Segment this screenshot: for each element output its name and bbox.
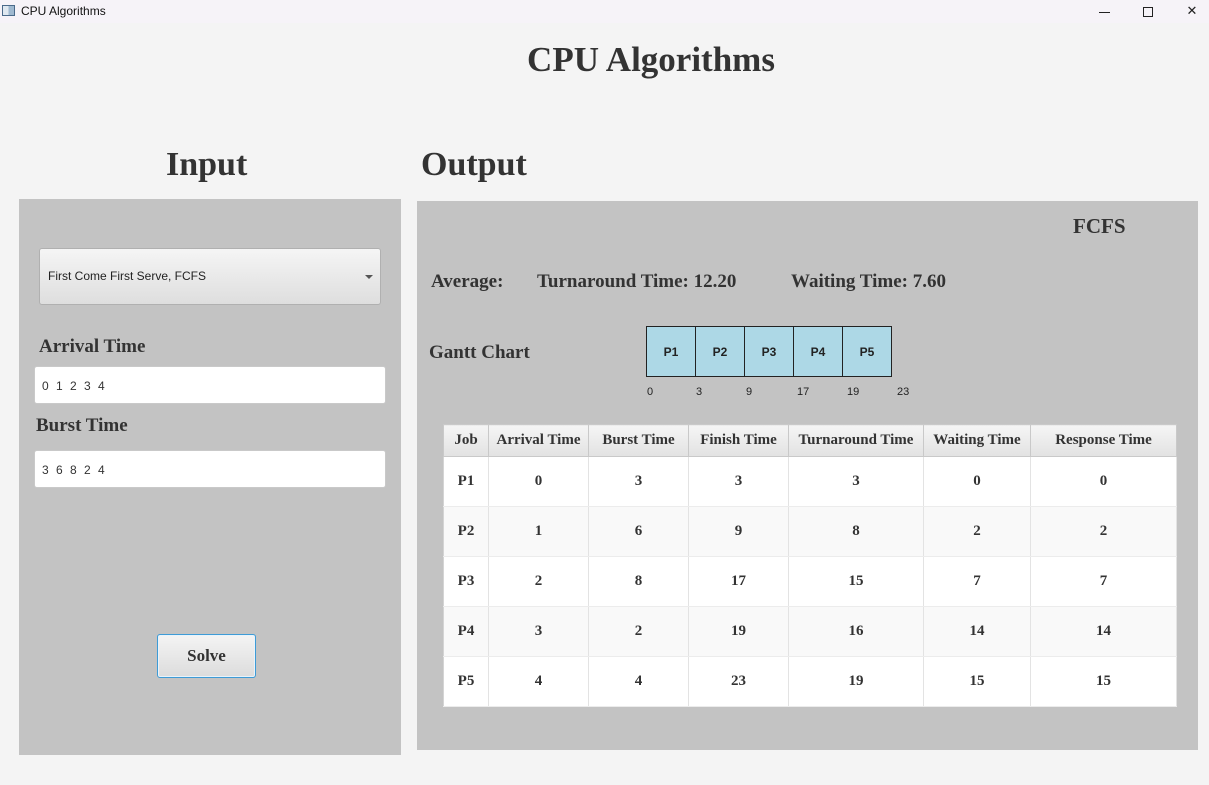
gantt-tick: 3 — [696, 386, 703, 398]
table-cell: 7 — [923, 556, 1031, 607]
table-row[interactable]: P2 1 6 9 8 2 2 — [443, 506, 1177, 557]
window-title: CPU Algorithms — [21, 4, 106, 18]
column-header-response-time[interactable]: Response Time — [1030, 424, 1177, 457]
gantt-tick: 17 — [797, 386, 810, 398]
gantt-chart: P1 P2 P3 P4 P5 — [646, 326, 892, 377]
table-cell: 2 — [1030, 506, 1177, 557]
minimize-icon — [1098, 12, 1110, 13]
chevron-down-icon — [365, 275, 373, 279]
table-cell: 4 — [488, 656, 589, 707]
column-header-finish-time[interactable]: Finish Time — [688, 424, 789, 457]
table-cell: 0 — [1030, 456, 1177, 507]
maximize-icon — [1143, 6, 1153, 17]
table-cell: 8 — [788, 506, 924, 557]
algorithm-select-value: First Come First Serve, FCFS — [48, 269, 207, 283]
table-row[interactable]: P5 4 4 23 19 15 15 — [443, 656, 1177, 707]
arrival-time-field[interactable]: 0 1 2 3 4 — [34, 366, 386, 404]
input-heading: Input — [166, 146, 248, 183]
output-panel: FCFS Average: Turnaround Time: 12.20 Wai… — [417, 201, 1198, 750]
column-header-turnaround-time[interactable]: Turnaround Time — [788, 424, 924, 457]
column-header-arrival-time[interactable]: Arrival Time — [488, 424, 589, 457]
algorithm-name: FCFS — [1073, 214, 1126, 238]
arrival-time-label: Arrival Time — [39, 336, 146, 357]
table-cell: P1 — [443, 456, 489, 507]
table-row[interactable]: P1 0 3 3 3 0 0 — [443, 456, 1177, 507]
table-cell: 0 — [488, 456, 589, 507]
app-title: CPU Algorithms — [527, 40, 775, 79]
column-header-job[interactable]: Job — [443, 424, 489, 457]
results-table: Job Arrival Time Burst Time Finish Time … — [443, 424, 1177, 707]
table-cell: 15 — [1030, 656, 1177, 707]
table-cell: 7 — [1030, 556, 1177, 607]
table-cell: 2 — [588, 606, 689, 657]
table-cell: 1 — [488, 506, 589, 557]
gantt-block-p5: P5 — [842, 326, 892, 377]
table-cell: 4 — [588, 656, 689, 707]
gantt-tick: 0 — [647, 386, 654, 398]
title-bar: CPU Algorithms ✕ — [0, 0, 1209, 23]
gantt-tick: 9 — [746, 386, 753, 398]
table-cell: 3 — [588, 456, 689, 507]
column-header-burst-time[interactable]: Burst Time — [588, 424, 689, 457]
table-cell: 14 — [1030, 606, 1177, 657]
gantt-block-p2: P2 — [695, 326, 745, 377]
table-cell: 15 — [788, 556, 924, 607]
table-cell: 14 — [923, 606, 1031, 657]
average-label: Average: — [431, 271, 504, 292]
solve-button[interactable]: Solve — [157, 634, 256, 678]
gantt-block-p3: P3 — [744, 326, 794, 377]
burst-time-label: Burst Time — [36, 415, 128, 436]
table-cell: 6 — [588, 506, 689, 557]
table-cell: 15 — [923, 656, 1031, 707]
maximize-button[interactable] — [1126, 0, 1170, 23]
input-panel: First Come First Serve, FCFS Arrival Tim… — [19, 199, 401, 755]
table-cell: 3 — [488, 606, 589, 657]
table-cell: 16 — [788, 606, 924, 657]
table-cell: P3 — [443, 556, 489, 607]
table-cell: 0 — [923, 456, 1031, 507]
table-cell: P5 — [443, 656, 489, 707]
table-cell: 8 — [588, 556, 689, 607]
table-cell: 17 — [688, 556, 789, 607]
gantt-chart-label: Gantt Chart — [429, 342, 530, 363]
table-cell: 3 — [788, 456, 924, 507]
table-cell: 23 — [688, 656, 789, 707]
algorithm-select[interactable]: First Come First Serve, FCFS — [39, 248, 381, 305]
table-cell: P2 — [443, 506, 489, 557]
table-row[interactable]: P4 3 2 19 16 14 14 — [443, 606, 1177, 657]
table-cell: P4 — [443, 606, 489, 657]
table-cell: 2 — [488, 556, 589, 607]
table-header-row: Job Arrival Time Burst Time Finish Time … — [443, 424, 1177, 457]
table-cell: 2 — [923, 506, 1031, 557]
average-turnaround-time: Turnaround Time: 12.20 — [537, 271, 737, 292]
gantt-block-p4: P4 — [793, 326, 843, 377]
table-cell: 19 — [688, 606, 789, 657]
close-button[interactable]: ✕ — [1170, 0, 1209, 23]
average-waiting-time: Waiting Time: 7.60 — [791, 271, 947, 292]
app-window-icon — [2, 5, 15, 16]
gantt-block-p1: P1 — [646, 326, 696, 377]
column-header-waiting-time[interactable]: Waiting Time — [923, 424, 1031, 457]
table-cell: 3 — [688, 456, 789, 507]
minimize-button[interactable] — [1082, 0, 1126, 23]
table-cell: 9 — [688, 506, 789, 557]
table-row[interactable]: P3 2 8 17 15 7 7 — [443, 556, 1177, 607]
burst-time-field[interactable]: 3 6 8 2 4 — [34, 450, 386, 488]
gantt-tick: 19 — [847, 386, 860, 398]
table-cell: 19 — [788, 656, 924, 707]
gantt-tick: 23 — [897, 386, 910, 398]
output-heading: Output — [421, 146, 527, 183]
close-icon: ✕ — [1186, 4, 1198, 19]
